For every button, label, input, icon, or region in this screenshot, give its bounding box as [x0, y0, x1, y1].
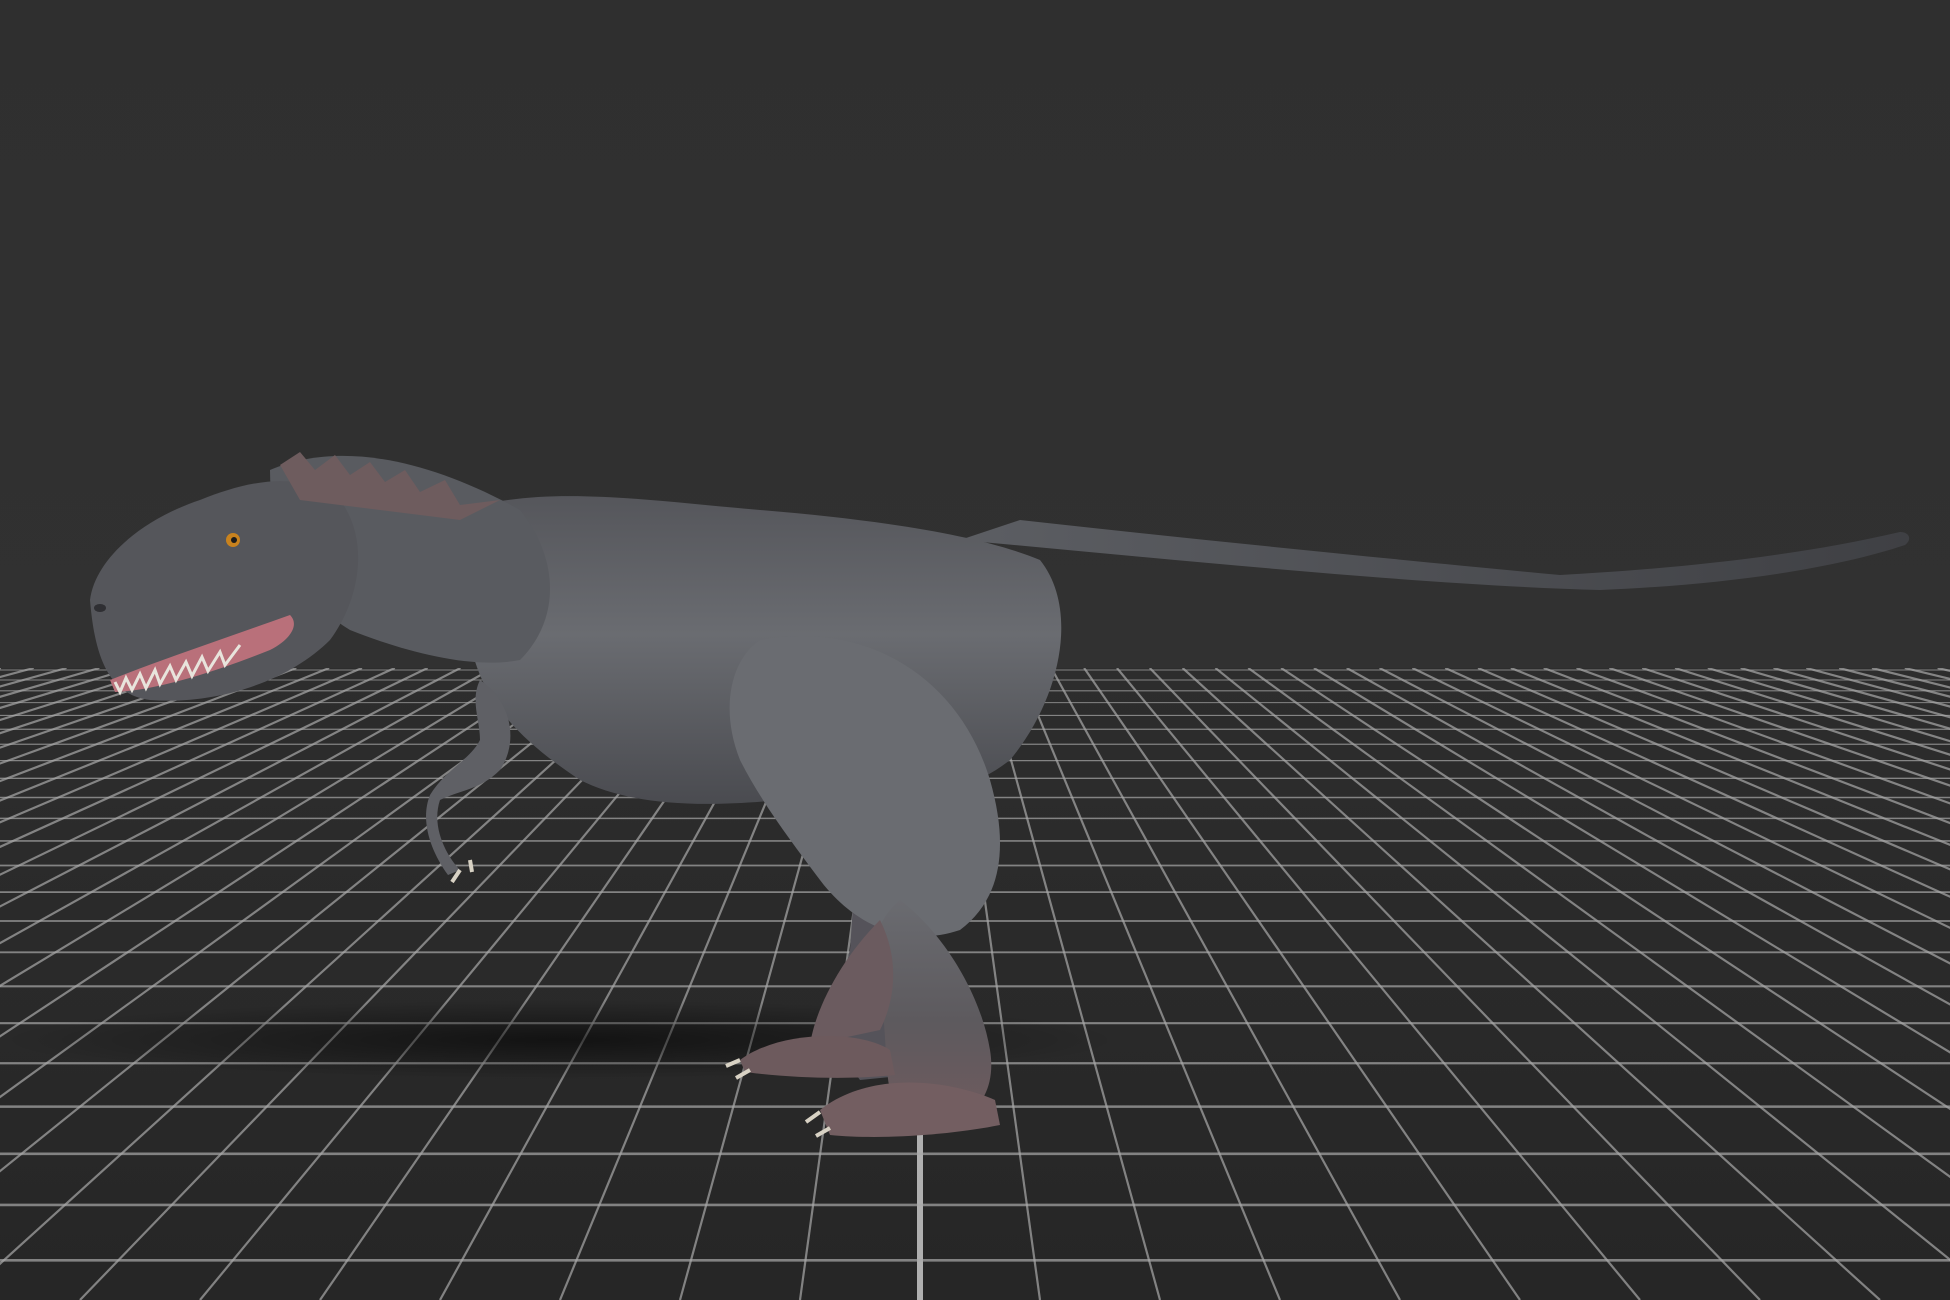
scene-canvas[interactable]	[0, 0, 1950, 1300]
trex-pupil	[231, 537, 237, 543]
trex-nostril	[94, 604, 106, 612]
3d-viewport[interactable]	[0, 0, 1950, 1300]
